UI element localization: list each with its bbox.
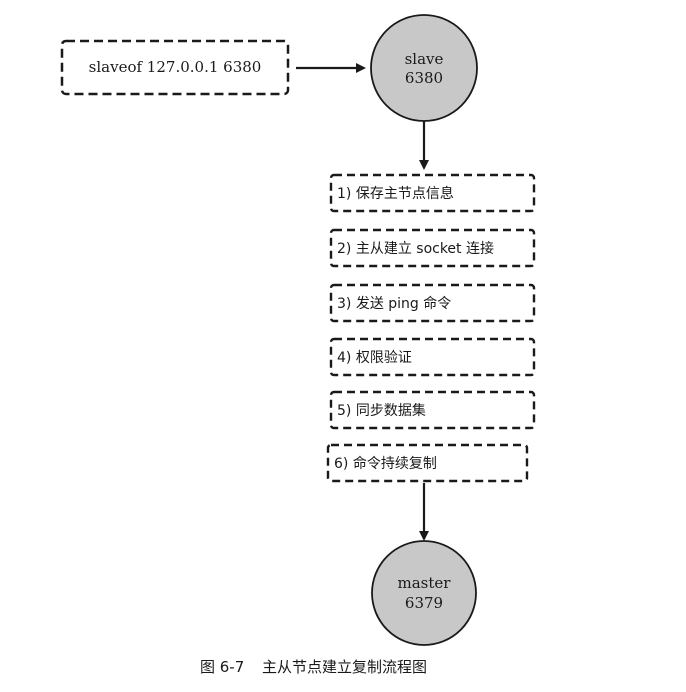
step-box: 5) 同步数据集	[329, 390, 536, 430]
slave-node: slave 6380	[370, 14, 478, 122]
step-label: 3) 发送 ping 命令	[337, 295, 451, 312]
step-label: 5) 同步数据集	[337, 402, 426, 419]
step-label: 2) 主从建立 socket 连接	[337, 240, 494, 257]
slave-node-port: 6380	[405, 69, 443, 87]
step-label: 4) 权限验证	[337, 350, 412, 366]
step-box: 1) 保存主节点信息	[329, 173, 536, 213]
step-box: 2) 主从建立 socket 连接	[329, 228, 536, 268]
slave-node-name: slave	[405, 50, 444, 68]
caption-title: 主从节点建立复制流程图	[262, 658, 427, 676]
replication-flow-diagram: slaveof 127.0.0.1 6380 slave 6380 1) 保存主…	[60, 14, 536, 676]
master-node: master 6379	[371, 540, 477, 646]
step-box: 4) 权限验证	[329, 337, 536, 377]
step-label: 1) 保存主节点信息	[337, 185, 454, 202]
steps-list: 1) 保存主节点信息 2) 主从建立 socket 连接 3) 发送 ping …	[326, 173, 536, 483]
caption-label: 图 6-7	[200, 658, 244, 676]
step-box: 3) 发送 ping 命令	[329, 283, 536, 323]
command-text: slaveof 127.0.0.1 6380	[89, 58, 262, 76]
master-node-port: 6379	[405, 594, 443, 612]
master-node-name: master	[398, 574, 452, 592]
command-box: slaveof 127.0.0.1 6380	[60, 39, 290, 96]
step-label: 6) 命令持续复制	[334, 455, 437, 472]
figure-caption: 图 6-7 主从节点建立复制流程图	[200, 658, 427, 676]
step-box: 6) 命令持续复制	[326, 443, 529, 483]
